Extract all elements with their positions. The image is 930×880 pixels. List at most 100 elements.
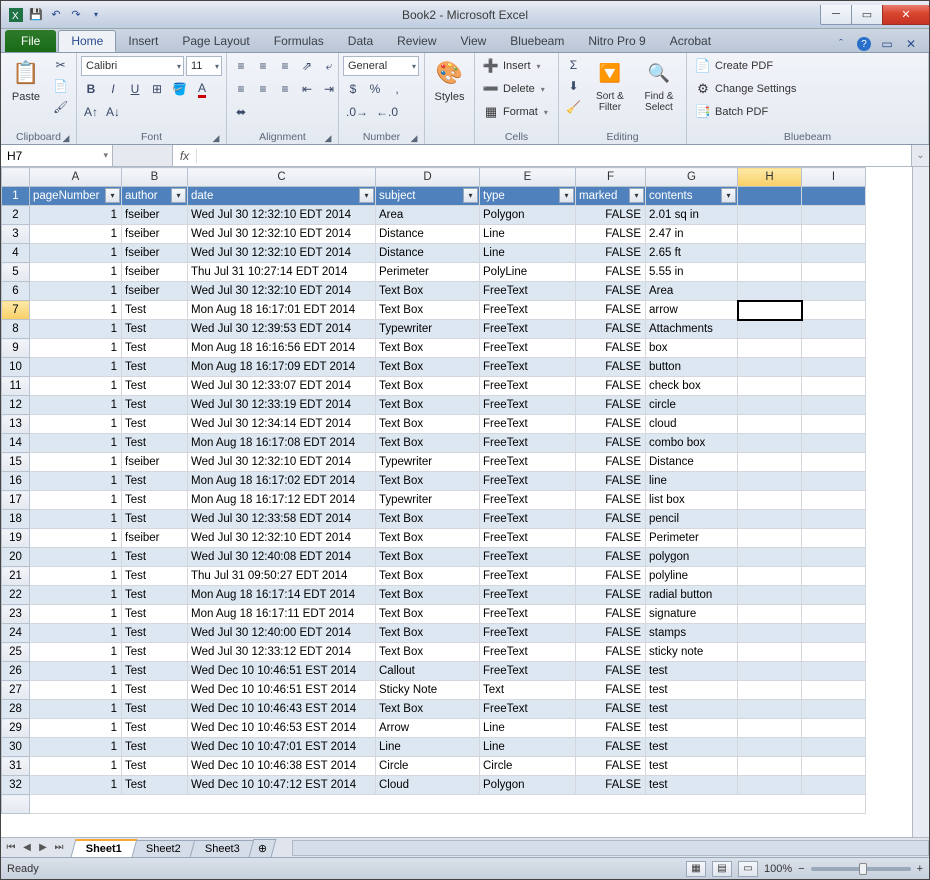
row-header-9[interactable]: 9 (2, 339, 30, 358)
cell[interactable]: Text Box (376, 624, 480, 643)
cell[interactable]: button (646, 358, 738, 377)
cell[interactable]: Test (122, 567, 188, 586)
cell[interactable]: FreeText (480, 700, 576, 719)
cell[interactable]: PolyLine (480, 263, 576, 282)
row-header-25[interactable]: 25 (2, 643, 30, 662)
column-header-E[interactable]: E (480, 168, 576, 187)
cell[interactable]: 1 (30, 681, 122, 700)
cell[interactable]: fseiber (122, 244, 188, 263)
cell[interactable]: 1 (30, 377, 122, 396)
cell[interactable]: Mon Aug 18 16:17:11 EDT 2014 (188, 605, 376, 624)
row-header-29[interactable]: 29 (2, 719, 30, 738)
cell[interactable]: Test (122, 738, 188, 757)
cell[interactable]: Wed Dec 10 10:46:38 EST 2014 (188, 757, 376, 776)
cell[interactable]: 1 (30, 719, 122, 738)
cell[interactable]: 1 (30, 453, 122, 472)
select-all-cell[interactable] (2, 168, 30, 187)
cell[interactable]: Circle (376, 757, 480, 776)
cell[interactable]: Text Box (376, 301, 480, 320)
cell[interactable]: FALSE (576, 282, 646, 301)
cell[interactable]: Callout (376, 662, 480, 681)
cell[interactable] (802, 738, 866, 757)
cell[interactable]: 1 (30, 244, 122, 263)
row-header-28[interactable]: 28 (2, 700, 30, 719)
cell[interactable] (738, 700, 802, 719)
cell[interactable]: Line (480, 738, 576, 757)
font-size-combo[interactable]: 11 (186, 56, 222, 76)
cell[interactable] (738, 282, 802, 301)
redo-icon[interactable]: ↷ (67, 6, 85, 24)
cell[interactable]: Text Box (376, 586, 480, 605)
filter-icon[interactable]: ▾ (559, 188, 574, 203)
cell[interactable]: Text Box (376, 567, 480, 586)
cell[interactable]: Test (122, 358, 188, 377)
cell[interactable]: FALSE (576, 434, 646, 453)
cell[interactable]: Test (122, 586, 188, 605)
fx-icon[interactable]: fx (173, 149, 197, 163)
cell[interactable] (738, 529, 802, 548)
cell[interactable]: Test (122, 491, 188, 510)
cell[interactable]: Sticky Note (376, 681, 480, 700)
cell[interactable] (738, 453, 802, 472)
align-top-button[interactable]: ≡ (231, 56, 251, 76)
table-header-type[interactable]: type▾ (480, 187, 576, 206)
cell[interactable] (802, 377, 866, 396)
cell[interactable]: Line (480, 225, 576, 244)
cell[interactable]: test (646, 776, 738, 795)
font-color-button[interactable]: A (192, 79, 212, 99)
column-header-F[interactable]: F (576, 168, 646, 187)
cell[interactable]: 2.01 sq in (646, 206, 738, 225)
cell[interactable]: Wed Dec 10 10:46:53 EST 2014 (188, 719, 376, 738)
cell[interactable]: Test (122, 719, 188, 738)
cell[interactable] (738, 396, 802, 415)
cell[interactable] (738, 339, 802, 358)
cell[interactable]: Text Box (376, 415, 480, 434)
row-header-5[interactable]: 5 (2, 263, 30, 282)
align-left-button[interactable]: ≡ (231, 79, 251, 99)
bold-button[interactable]: B (81, 79, 101, 99)
row-header-10[interactable]: 10 (2, 358, 30, 377)
qat-dropdown-icon[interactable]: ▾ (87, 6, 105, 24)
cell[interactable]: 1 (30, 567, 122, 586)
cell[interactable] (738, 662, 802, 681)
cell[interactable] (738, 510, 802, 529)
align-middle-button[interactable]: ≡ (253, 56, 273, 76)
cell[interactable]: Wed Jul 30 12:33:12 EDT 2014 (188, 643, 376, 662)
cell[interactable]: Arrow (376, 719, 480, 738)
formula-input[interactable] (197, 145, 911, 166)
table-header-subject[interactable]: subject▾ (376, 187, 480, 206)
cell[interactable]: Distance (376, 244, 480, 263)
cell[interactable]: stamps (646, 624, 738, 643)
cell[interactable]: 1 (30, 548, 122, 567)
cell[interactable]: Typewriter (376, 320, 480, 339)
cell[interactable]: circle (646, 396, 738, 415)
ribbon-tab-home[interactable]: Home (58, 30, 116, 52)
cell[interactable]: Wed Jul 30 12:39:53 EDT 2014 (188, 320, 376, 339)
cell[interactable]: cloud (646, 415, 738, 434)
cell[interactable]: polygon (646, 548, 738, 567)
cell[interactable]: FALSE (576, 738, 646, 757)
increase-decimal-button[interactable]: .0→ (343, 102, 371, 122)
cell[interactable]: FreeText (480, 624, 576, 643)
cell[interactable]: 1 (30, 339, 122, 358)
cell[interactable] (802, 282, 866, 301)
cell[interactable]: Area (376, 206, 480, 225)
row-header-17[interactable]: 17 (2, 491, 30, 510)
cell[interactable]: Line (480, 244, 576, 263)
cell[interactable]: arrow (646, 301, 738, 320)
cell[interactable] (738, 320, 802, 339)
column-header-H[interactable]: H (738, 168, 802, 187)
cell[interactable]: 1 (30, 263, 122, 282)
cell[interactable]: FreeText (480, 548, 576, 567)
cell[interactable]: Wed Jul 30 12:32:10 EDT 2014 (188, 453, 376, 472)
cell[interactable]: radial button (646, 586, 738, 605)
insert-cells-button[interactable]: ➕Insert (479, 55, 552, 77)
cell[interactable] (738, 605, 802, 624)
cell[interactable]: Mon Aug 18 16:16:56 EDT 2014 (188, 339, 376, 358)
cell[interactable]: FreeText (480, 605, 576, 624)
cell[interactable]: Test (122, 339, 188, 358)
cell[interactable] (738, 567, 802, 586)
filter-icon[interactable]: ▾ (105, 188, 120, 203)
column-header-G[interactable]: G (646, 168, 738, 187)
cell[interactable]: Text Box (376, 548, 480, 567)
